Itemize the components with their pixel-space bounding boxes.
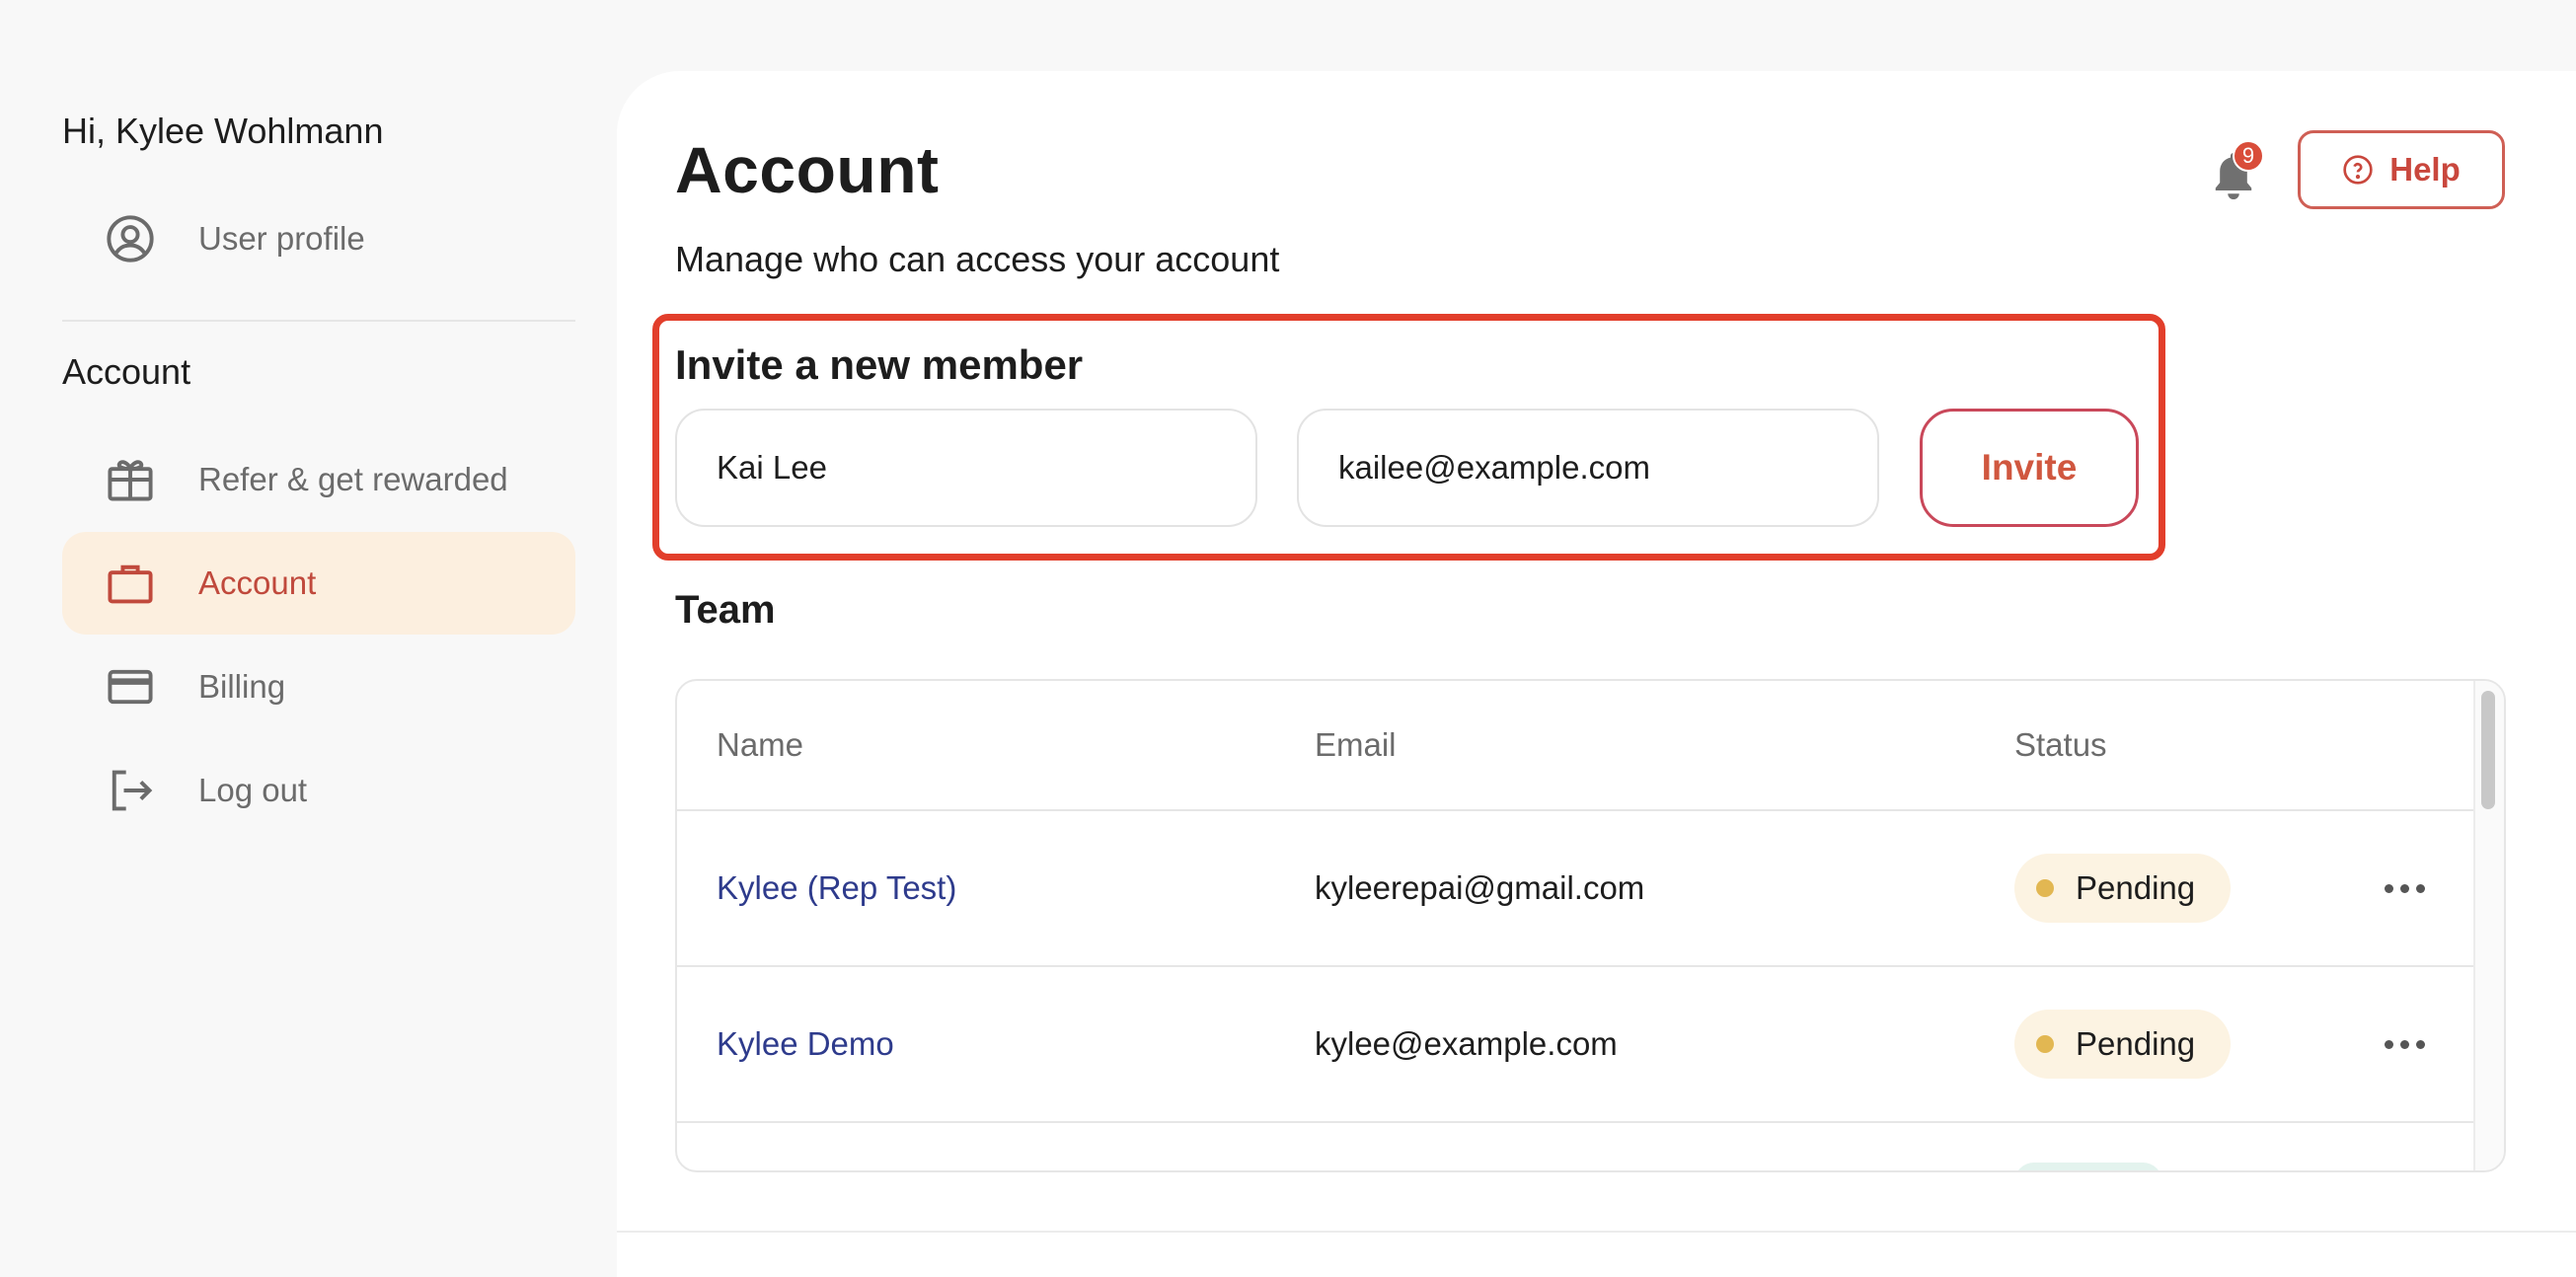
user-circle-icon (105, 213, 156, 264)
status-dot-icon (2036, 879, 2054, 897)
table-row: Kylee Demo kylee@example.com Pending (677, 967, 2473, 1123)
more-dots-icon (2415, 883, 2425, 893)
sidebar-divider (62, 320, 575, 322)
sidebar-section-title: Account (62, 351, 191, 392)
sidebar-item-refer[interactable]: Refer & get rewarded (62, 428, 575, 531)
more-options-button[interactable] (2375, 868, 2434, 908)
sidebar-item-account[interactable]: Account (62, 532, 575, 635)
page-subtitle: Manage who can access your account (675, 239, 1280, 279)
sidebar-item-label: Refer & get rewarded (198, 461, 508, 497)
team-table: Name Email Status Kylee (Rep Test) kylee… (675, 679, 2506, 1172)
member-email: kyleerepai@gmail.com (1315, 869, 1645, 906)
invite-section-title: Invite a new member (675, 341, 1084, 388)
question-circle-icon (2343, 155, 2373, 185)
member-email: kylee@example.com (1315, 1025, 1618, 1062)
greeting: Hi, Kylee Wohlmann (62, 111, 384, 151)
sidebar-item-logout[interactable]: Log out (62, 739, 575, 842)
sidebar-item-label: Log out (198, 772, 308, 808)
invite-button[interactable]: Invite (1920, 409, 2139, 527)
more-dots-icon (2384, 883, 2393, 893)
credit-card-icon (105, 661, 156, 713)
sidebar-item-label: User profile (198, 220, 365, 257)
column-header-status: Status (2014, 726, 2107, 763)
status-badge-label: Pending (2076, 869, 2196, 906)
status-badge-label: Pending (2076, 1025, 2196, 1062)
briefcase-icon (105, 558, 156, 609)
notification-count-badge: 9 (2233, 140, 2264, 172)
page-title: Account (675, 133, 940, 206)
sidebar-item-label: Billing (198, 668, 286, 705)
table-scrollbar-thumb[interactable] (2481, 691, 2495, 809)
column-header-name: Name (717, 726, 804, 763)
more-dots-icon (2399, 1039, 2409, 1049)
status-cell: Pending (2014, 854, 2232, 923)
member-name-link[interactable]: Kylee Demo (717, 1025, 894, 1063)
member-email-input[interactable] (1297, 409, 1879, 527)
gift-icon (105, 454, 156, 505)
status-badge-partial (2014, 1163, 2162, 1170)
footer-divider (617, 1231, 2576, 1233)
sidebar-item-label: Account (198, 564, 317, 601)
status-dot-icon (2036, 1035, 2054, 1053)
help-button[interactable]: Help (2298, 130, 2505, 209)
member-name-link[interactable]: Kylee (Rep Test) (717, 869, 956, 907)
status-cell: Pending (2014, 1010, 2232, 1079)
more-dots-icon (2384, 1039, 2393, 1049)
column-header-email: Email (1315, 726, 1397, 763)
more-options-button[interactable] (2375, 1024, 2434, 1064)
sidebar-item-user-profile[interactable]: User profile (62, 188, 575, 290)
sidebar-item-billing[interactable]: Billing (62, 636, 575, 738)
more-dots-icon (2415, 1039, 2425, 1049)
table-row: Kylee (Rep Test) kyleerepai@gmail.com Pe… (677, 811, 2473, 967)
status-badge: Pending (2014, 854, 2232, 923)
sidebar: Hi, Kylee Wohlmann User profile Account … (0, 0, 617, 1277)
help-button-label: Help (2389, 151, 2461, 188)
team-section-title: Team (675, 588, 776, 632)
main-panel: Account Manage who can access your accou… (617, 71, 2576, 1277)
member-name-input[interactable] (675, 409, 1257, 527)
notifications-button[interactable]: 9 (2201, 132, 2280, 211)
status-badge: Pending (2014, 1010, 2232, 1079)
table-header-row: Name Email Status (677, 681, 2473, 811)
more-dots-icon (2399, 883, 2409, 893)
logout-icon (105, 765, 156, 816)
